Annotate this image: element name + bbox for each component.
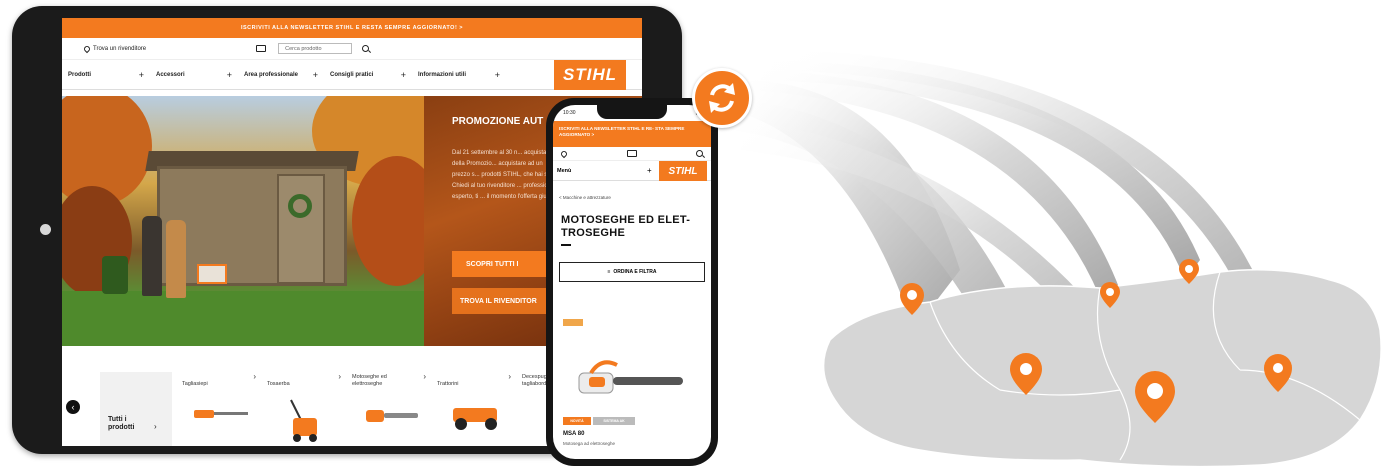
status-time: 10:30 <box>563 110 576 116</box>
plus-icon: + <box>138 69 144 80</box>
sort-filter-button[interactable]: ≡ ORDINA E FILTRA <box>559 262 705 282</box>
phone-toolbar <box>553 147 711 161</box>
category-label: Motoseghe ed elettroseghe <box>352 374 387 387</box>
sync-icon <box>692 68 752 128</box>
nav-item-area-professionale[interactable]: Area professionale + <box>238 60 324 89</box>
filter-icon: ≡ <box>607 269 611 275</box>
sync-arrows <box>709 83 735 113</box>
product-tags: NOVITÀ SISTEMA AK <box>563 417 635 425</box>
search-icon[interactable] <box>362 45 370 52</box>
nav-item-accessori[interactable]: Accessori + <box>150 60 238 89</box>
category-label: Tosaerba <box>267 381 290 387</box>
plus-icon: + <box>494 69 500 80</box>
newsletter-banner[interactable]: ISCRIVITI ALLA NEWSLETTER STIHL E RESTA … <box>62 18 642 38</box>
plus-icon: + <box>226 69 232 80</box>
stihl-logo[interactable]: STIHL <box>554 60 626 90</box>
filter-label: ORDINA E FILTRA <box>613 269 657 275</box>
chevron-right-icon: › <box>253 372 256 381</box>
hedge-trimmer-image <box>194 410 248 418</box>
chainsaw-product-image <box>578 360 683 394</box>
nav-label: Informazioni utili <box>418 71 466 78</box>
nav-item-informazioni-utili[interactable]: Informazioni utili + <box>412 60 506 89</box>
menu-bar[interactable]: Menù + STIHL <box>553 161 711 181</box>
nav-label: Consigli pratici <box>330 71 374 78</box>
category-tagliasiepi[interactable]: Tagliasiepi › <box>182 372 262 446</box>
tag-system: SISTEMA AK <box>593 417 635 425</box>
location-pin-icon[interactable] <box>559 149 569 158</box>
page-title: MOTOSEGHE ED ELET- TROSEGHE <box>561 214 691 239</box>
main-nav: Prodotti + Accessori + Area professionale +… <box>62 60 642 90</box>
plus-icon: + <box>647 166 652 175</box>
nav-item-prodotti[interactable]: Prodotti + <box>62 60 150 89</box>
shed-door <box>277 174 325 284</box>
person <box>166 220 186 298</box>
lawnmower <box>197 264 227 284</box>
product-subtitle: Motosega ad elettroseghe <box>563 441 616 446</box>
all-products-tile[interactable]: Tutti i prodotti › <box>100 372 172 446</box>
catalog-icon[interactable] <box>626 150 637 157</box>
title-underline <box>561 244 571 246</box>
chevron-left-icon[interactable]: ‹ <box>66 400 80 414</box>
tag-new: NOVITÀ <box>563 417 591 425</box>
search-input[interactable]: Cerca prodotto <box>278 43 353 54</box>
top-toolbar: Trova un rivenditore Cerca prodotto <box>62 38 642 60</box>
dealer-locator-label: Trova un rivenditore <box>93 45 147 52</box>
catalog-icon[interactable] <box>256 45 267 52</box>
wreath <box>288 194 312 218</box>
category-label: Trattorini <box>437 381 459 387</box>
plus-icon: + <box>400 69 406 80</box>
nav-item-consigli-pratici[interactable]: Consigli pratici + <box>324 60 412 89</box>
lawn <box>62 291 424 346</box>
category-trattorini[interactable]: Trattorini › <box>437 372 517 446</box>
location-pin-icon <box>82 44 92 53</box>
person <box>142 216 162 296</box>
phone-screen: 10:30 ▮▮ ISCRIVITI ALLA NEWSLETTER STIHL… <box>553 105 711 459</box>
nav-label: Prodotti <box>68 71 91 78</box>
hero-photo-garden-shed <box>62 96 424 346</box>
category-motoseghe[interactable]: Motoseghe ed elettroseghe › <box>352 372 432 446</box>
chevron-right-icon: › <box>423 372 426 381</box>
nav-label: Accessori <box>156 71 185 78</box>
chainsaw-image <box>366 410 418 422</box>
breadcrumb[interactable]: < Macchine e attrezzature <box>553 181 711 200</box>
menu-label: Menù <box>557 167 572 174</box>
category-label: Tagliasiepi <box>182 381 208 387</box>
dealer-locator-link[interactable]: Trova un rivenditore <box>82 44 147 53</box>
promo-title: PROMOZIONE AUT <box>452 116 544 127</box>
category-tosaerba[interactable]: Tosaerba › <box>267 372 347 446</box>
nav-label: Area professionale <box>244 71 299 78</box>
chevron-right-icon: › <box>338 372 341 381</box>
product-name[interactable]: MSA 80 <box>563 431 584 437</box>
map-illustration <box>730 50 1382 468</box>
tractor-image <box>453 408 497 430</box>
tablet-camera <box>40 224 51 235</box>
phone-device: 10:30 ▮▮ ISCRIVITI ALLA NEWSLETTER STIHL… <box>546 98 718 466</box>
phone-notch <box>597 105 667 119</box>
chevron-right-icon: › <box>508 372 511 381</box>
product-badge <box>563 319 583 326</box>
lawnmower-image <box>290 399 317 442</box>
all-products-label: Tutti i prodotti <box>108 416 135 431</box>
plus-icon: + <box>312 69 318 80</box>
garden-bag <box>102 256 128 294</box>
chevron-right-icon: › <box>154 422 157 431</box>
newsletter-banner[interactable]: ISCRIVITI ALLA NEWSLETTER STIHL E RE- ST… <box>553 121 711 147</box>
